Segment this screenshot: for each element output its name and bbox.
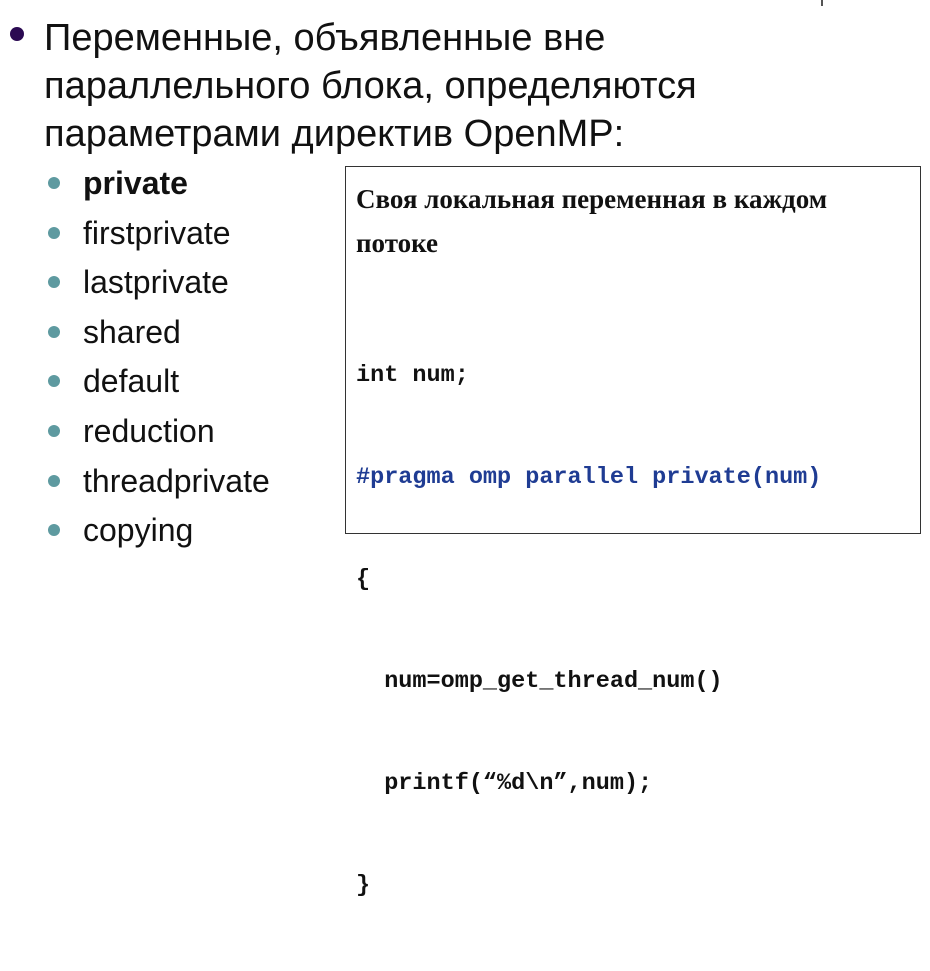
bullet-icon — [48, 524, 60, 537]
code-line: printf(“%d\n”,num); — [356, 770, 653, 797]
option-label-shared: shared — [83, 313, 181, 350]
bullet-icon — [48, 474, 60, 487]
option-label-reduction: reduction — [83, 412, 215, 449]
option-label-default: default — [83, 363, 180, 400]
bullet-icon — [48, 276, 60, 289]
code-example-box: Своя локальная переменная в каждом поток… — [345, 166, 921, 899]
code-line: num=omp_get_thread_num() — [356, 668, 723, 695]
bullet-icon — [48, 226, 60, 239]
option-label-firstprivate: firstprivate — [83, 214, 231, 251]
option-label-copying: copying — [83, 512, 194, 549]
code-line: } — [356, 872, 371, 899]
option-label-threadprivate: threadprivate — [83, 462, 270, 499]
option-label-private: private — [83, 165, 188, 201]
bullet-icon — [48, 375, 60, 388]
code-block: int num; #pragma omp parallel private(nu… — [356, 291, 821, 971]
code-line: { — [356, 566, 371, 593]
code-box-title: Своя локальная переменная в каждом поток… — [356, 184, 828, 258]
code-line-directive: #pragma omp parallel private(num) — [356, 464, 822, 491]
main-bullet-icon — [10, 27, 24, 41]
bullet-icon — [48, 325, 60, 338]
bullet-icon — [48, 177, 60, 189]
corner-mark — [821, 0, 823, 6]
code-line: int num; — [356, 362, 469, 389]
bullet-icon — [48, 424, 60, 437]
slide-heading: Переменные, объявленные вне параллельног… — [44, 17, 697, 155]
option-label-lastprivate: lastprivate — [83, 264, 229, 301]
